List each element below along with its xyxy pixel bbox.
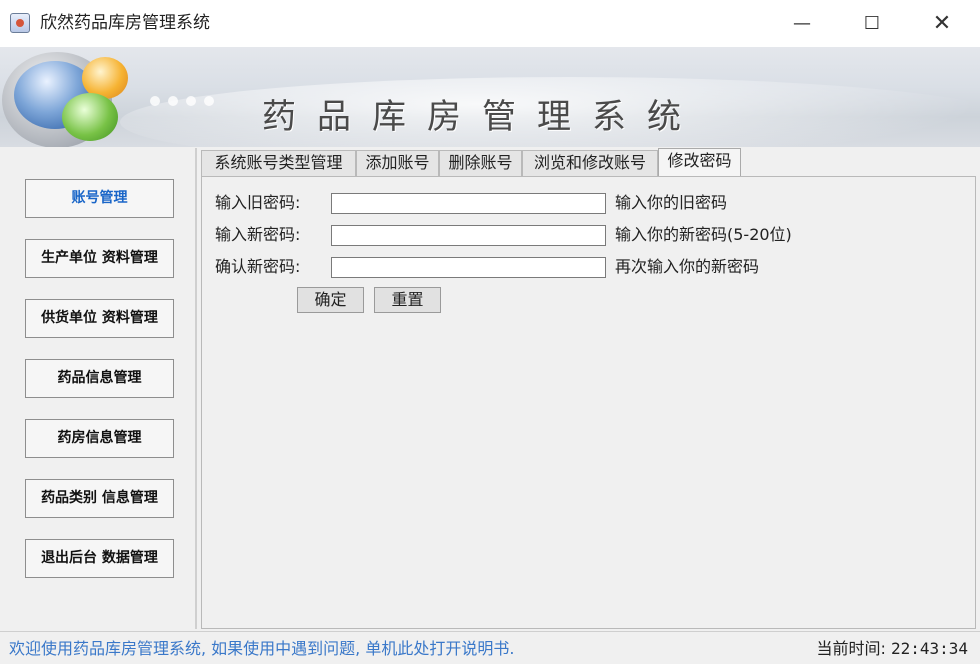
tab-bar: 系统账号类型管理 添加账号 删除账号 浏览和修改账号 修改密码: [201, 148, 980, 177]
sidebar: 账号管理 生产单位 资料管理 供货单位 资料管理 药品信息管理 药房信息管理 药…: [0, 148, 197, 629]
current-time-value: 22:43:34: [890, 639, 968, 658]
header-banner: 药品库房管理系统: [0, 47, 980, 147]
maximize-button[interactable]: ☐: [849, 8, 895, 40]
tab-change-password[interactable]: 修改密码: [658, 148, 741, 177]
old-password-label: 输入旧密码:: [215, 193, 301, 212]
tab-browse-modify-account[interactable]: 浏览和修改账号: [522, 150, 658, 176]
nav-manufacturer-management[interactable]: 生产单位 资料管理: [25, 239, 174, 278]
current-time: 当前时间: 22:43:34: [816, 639, 968, 659]
nav-supplier-management[interactable]: 供货单位 资料管理: [25, 299, 174, 338]
nav-account-management[interactable]: 账号管理: [25, 179, 174, 218]
window-title: 欣然药品库房管理系统: [40, 13, 210, 33]
tab-delete-account[interactable]: 删除账号: [439, 150, 522, 176]
tab-add-account[interactable]: 添加账号: [356, 150, 439, 176]
confirm-password-field[interactable]: [331, 257, 606, 278]
reset-button[interactable]: 重置: [374, 287, 441, 313]
help-link[interactable]: 欢迎使用药品库房管理系统, 如果使用中遇到问题, 单机此处打开说明书.: [9, 639, 514, 659]
logo-green-orb: [62, 93, 118, 141]
nav-pharmacy-info-management[interactable]: 药房信息管理: [25, 419, 174, 458]
tab-account-types[interactable]: 系统账号类型管理: [201, 150, 356, 176]
nav-exit-backend[interactable]: 退出后台 数据管理: [25, 539, 174, 578]
banner-dots: [150, 91, 240, 106]
title-bar: 欣然药品库房管理系统 — ☐ ✕: [0, 0, 980, 47]
current-time-label: 当前时间:: [816, 639, 886, 658]
new-password-field[interactable]: [331, 225, 606, 246]
status-bar: 欢迎使用药品库房管理系统, 如果使用中遇到问题, 单机此处打开说明书. 当前时间…: [0, 631, 980, 664]
nav-drug-info-management[interactable]: 药品信息管理: [25, 359, 174, 398]
old-password-hint: 输入你的旧密码: [615, 193, 728, 212]
confirm-password-label: 确认新密码:: [215, 257, 301, 276]
banner-title: 药品库房管理系统: [262, 97, 702, 137]
minimize-button[interactable]: —: [779, 8, 825, 40]
change-password-panel: 输入旧密码: 输入你的旧密码 输入新密码: 输入你的新密码(5-20位) 确认新…: [201, 176, 976, 629]
close-button[interactable]: ✕: [919, 8, 965, 40]
java-app-icon: [10, 13, 30, 33]
new-password-hint: 输入你的新密码(5-20位): [615, 225, 792, 244]
old-password-field[interactable]: [331, 193, 606, 214]
confirm-password-hint: 再次输入你的新密码: [615, 257, 760, 276]
new-password-label: 输入新密码:: [215, 225, 301, 244]
nav-drug-category-management[interactable]: 药品类别 信息管理: [25, 479, 174, 518]
confirm-button[interactable]: 确定: [297, 287, 364, 313]
